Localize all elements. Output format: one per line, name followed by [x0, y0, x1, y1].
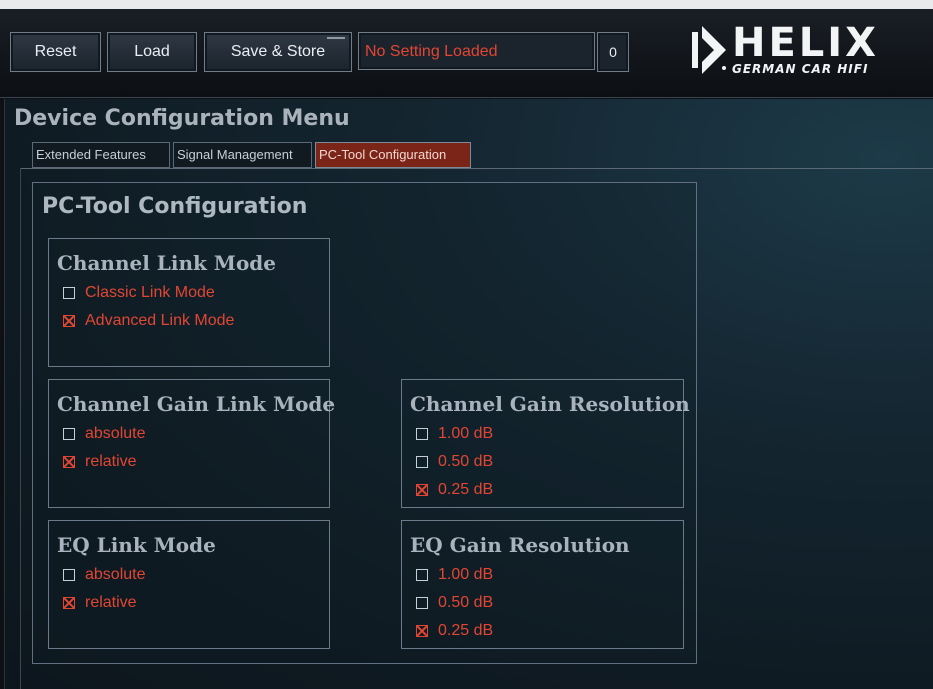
group-title: Channel Link Mode — [57, 251, 276, 275]
channel-gain-resolution-group: Channel Gain Resolution 1.00 dB 0.50 dB … — [401, 379, 690, 508]
setting-counter: 0 — [597, 32, 629, 72]
save-indicator-icon — [327, 37, 345, 39]
channel-gain-link-mode-group: Channel Gain Link Mode absolute relative — [48, 379, 335, 508]
option-label: 0.25 dB — [438, 622, 494, 639]
channel-link-mode-group: Channel Link Mode Classic Link Mode Adva… — [48, 238, 330, 367]
checkbox-icon[interactable] — [63, 287, 75, 299]
option-advanced-link-mode[interactable]: Advanced Link Mode — [63, 310, 234, 332]
helix-tagline: GERMAN CAR HIFI — [732, 62, 869, 76]
tab-pc-tool-configuration[interactable]: PC-Tool Configuration — [315, 142, 471, 168]
helix-emblem-icon — [692, 26, 726, 74]
section-title: PC-Tool Configuration — [42, 194, 308, 219]
panel-left-border — [20, 168, 21, 689]
checkbox-checked-icon[interactable] — [63, 456, 75, 468]
option-1-00-db[interactable]: 1.00 dB — [416, 423, 493, 445]
option-label: 0.25 dB — [438, 481, 494, 498]
checkbox-icon[interactable] — [416, 456, 428, 468]
checkbox-checked-icon[interactable] — [416, 484, 428, 496]
save-store-label: Save & Store — [230, 43, 326, 60]
tab-signal-management[interactable]: Signal Management — [173, 142, 312, 168]
tab-divider — [20, 168, 933, 169]
option-0-25-db[interactable]: 0.25 dB — [416, 479, 493, 501]
option-label: 0.50 dB — [438, 594, 494, 611]
checkbox-icon[interactable] — [416, 597, 428, 609]
option-label: relative — [85, 453, 137, 470]
reset-button[interactable]: Reset — [10, 32, 101, 72]
helix-wordmark: HELIX — [732, 20, 880, 66]
checkbox-checked-icon[interactable] — [63, 597, 75, 609]
eq-gain-resolution-group: EQ Gain Resolution 1.00 dB 0.50 dB 0.25 … — [401, 520, 684, 649]
option-relative[interactable]: relative — [63, 451, 137, 473]
checkbox-checked-icon[interactable] — [63, 315, 75, 327]
option-relative[interactable]: relative — [63, 592, 137, 614]
load-button[interactable]: Load — [107, 32, 197, 72]
checkbox-icon[interactable] — [416, 569, 428, 581]
option-label: absolute — [85, 566, 146, 583]
option-1-00-db[interactable]: 1.00 dB — [416, 564, 493, 586]
save-store-button[interactable]: Save & Store — [204, 32, 352, 72]
option-absolute[interactable]: absolute — [63, 423, 146, 445]
option-classic-link-mode[interactable]: Classic Link Mode — [63, 282, 215, 304]
helix-logo: HELIX GERMAN CAR HIFI — [684, 20, 894, 78]
page-title: Device Configuration Menu — [14, 106, 350, 131]
checkbox-icon[interactable] — [63, 428, 75, 440]
checkbox-checked-icon[interactable] — [416, 625, 428, 637]
option-absolute[interactable]: absolute — [63, 564, 146, 586]
checkbox-icon[interactable] — [416, 428, 428, 440]
option-label: absolute — [85, 425, 146, 442]
option-label: 1.00 dB — [438, 566, 494, 583]
group-title: Channel Gain Resolution — [410, 392, 690, 416]
group-title: EQ Link Mode — [57, 533, 216, 557]
group-title: EQ Gain Resolution — [410, 533, 630, 557]
eq-link-mode-group: EQ Link Mode absolute relative — [48, 520, 330, 649]
option-label: Classic Link Mode — [85, 284, 215, 301]
setting-status-field: No Setting Loaded — [358, 32, 595, 70]
group-title: Channel Gain Link Mode — [57, 392, 336, 416]
option-label: Advanced Link Mode — [85, 312, 235, 329]
option-label: 1.00 dB — [438, 425, 494, 442]
option-0-50-db[interactable]: 0.50 dB — [416, 592, 493, 614]
checkbox-icon[interactable] — [63, 569, 75, 581]
option-label: relative — [85, 594, 137, 611]
option-label: 0.50 dB — [438, 453, 494, 470]
option-0-50-db[interactable]: 0.50 dB — [416, 451, 493, 473]
option-0-25-db[interactable]: 0.25 dB — [416, 620, 493, 642]
tab-extended-features[interactable]: Extended Features — [32, 142, 170, 168]
